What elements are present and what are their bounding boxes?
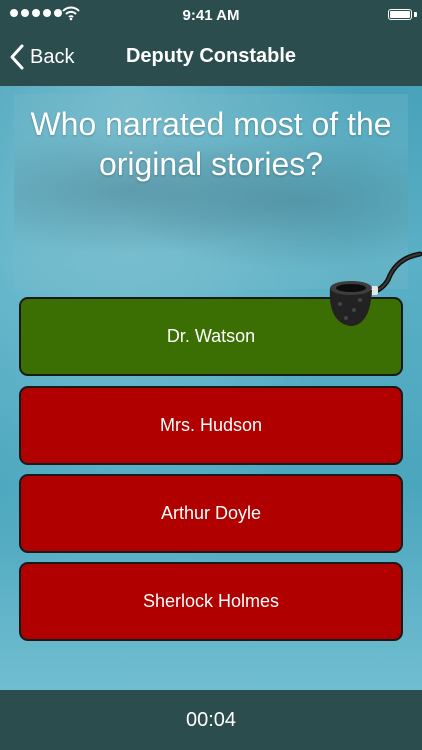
answer-button-4[interactable]: Sherlock Holmes (19, 562, 403, 641)
answer-label: Mrs. Hudson (159, 415, 263, 435)
timer-bar: 00:04 (0, 690, 422, 750)
page-title: Deputy Constable (125, 45, 297, 67)
answer-button-3[interactable]: Arthur Doyle (19, 474, 403, 553)
battery-tip (414, 12, 417, 17)
timer: 00:04 (185, 709, 237, 731)
answer-label: Sherlock Holmes (142, 591, 280, 611)
pipe-icon (329, 251, 422, 326)
status-bar: 9:41 AM (0, 0, 422, 30)
battery-icon (388, 9, 412, 20)
navigation-bar: Back Deputy Constable (0, 30, 422, 86)
answer-label: Arthur Doyle (160, 503, 262, 523)
status-time: 9:41 AM (182, 7, 240, 24)
question-text: Who narrated most of the original storie… (30, 106, 392, 182)
answer-label: Dr. Watson (166, 326, 256, 346)
answer-button-2[interactable]: Mrs. Hudson (19, 386, 403, 465)
